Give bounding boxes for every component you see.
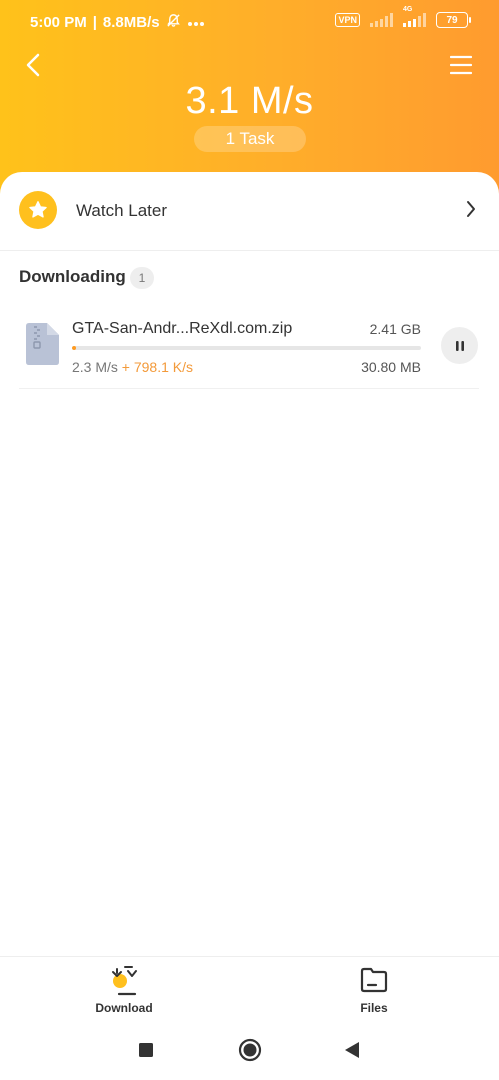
bell-off-icon <box>166 13 181 32</box>
status-time: 5:00 PM <box>30 14 87 31</box>
chevron-right-icon <box>466 200 476 223</box>
menu-button[interactable] <box>446 50 476 80</box>
file-name: GTA-San-Andr...ReXdl.com.zip <box>72 320 293 337</box>
watch-later-row[interactable]: Watch Later <box>0 172 499 250</box>
battery-level: 79 <box>446 14 458 26</box>
nav-files[interactable]: Files <box>314 963 434 1019</box>
back-icon <box>345 1042 359 1058</box>
download-progress-fill <box>72 346 77 350</box>
file-total-size: 2.41 GB <box>369 321 421 337</box>
nav-files-label: Files <box>360 1001 388 1015</box>
system-nav-bar <box>0 1020 499 1080</box>
total-speed: 3.1 M/s <box>185 80 314 122</box>
folder-icon <box>360 967 388 993</box>
download-icon <box>112 966 137 996</box>
bottom-nav: Download Files <box>0 956 499 1021</box>
downloaded-size: 30.80 MB <box>361 359 421 375</box>
network-type-label: 4G <box>403 6 413 13</box>
status-left: 5:00 PM | 8.8MB/s <box>30 13 205 32</box>
divider <box>0 250 499 251</box>
task-count-pill: 1 Task <box>194 126 306 152</box>
zip-file-icon <box>23 323 59 370</box>
hamburger-icon <box>450 55 472 75</box>
downloading-section-title: Downloading <box>19 267 126 286</box>
battery-icon: 79 <box>436 12 471 28</box>
downloading-count-badge: 1 <box>130 267 154 289</box>
recents-icon <box>139 1043 153 1057</box>
chevron-left-icon <box>26 53 40 77</box>
watch-later-label: Watch Later <box>76 201 168 220</box>
more-dots-icon <box>187 14 205 31</box>
pause-button[interactable] <box>441 327 478 364</box>
status-net-speed: 8.8MB/s <box>102 14 160 31</box>
download-speed: 2.3 M/s + 798.1 K/s <box>72 359 193 375</box>
download-speed-main: 2.3 M/s <box>72 359 118 375</box>
item-divider <box>19 388 479 389</box>
download-item[interactable]: GTA-San-Andr...ReXdl.com.zip 2.41 GB 2.3… <box>0 305 499 389</box>
download-progress-bar <box>72 346 421 350</box>
star-icon <box>19 191 57 229</box>
nav-download[interactable]: Download <box>64 963 184 1019</box>
signal-4g-icon: 4G <box>403 6 426 27</box>
nav-download-label: Download <box>95 1001 153 1015</box>
signal-icon <box>370 13 393 27</box>
recents-button[interactable] <box>134 1038 158 1062</box>
home-button[interactable] <box>238 1038 262 1062</box>
system-back-button[interactable] <box>340 1038 364 1062</box>
status-separator: | <box>92 14 97 31</box>
status-right: VPN 4G 79 <box>335 6 471 28</box>
home-icon <box>238 1038 262 1062</box>
header: 5:00 PM | 8.8MB/s VPN 4G 79 3.1 M/s 1 Ta… <box>0 0 499 200</box>
download-speed-extra: + 798.1 K/s <box>121 359 194 375</box>
status-bar: 5:00 PM | 8.8MB/s VPN 4G 79 <box>0 0 499 44</box>
back-button[interactable] <box>18 50 48 80</box>
vpn-badge: VPN <box>335 13 360 27</box>
pause-icon <box>455 340 464 351</box>
